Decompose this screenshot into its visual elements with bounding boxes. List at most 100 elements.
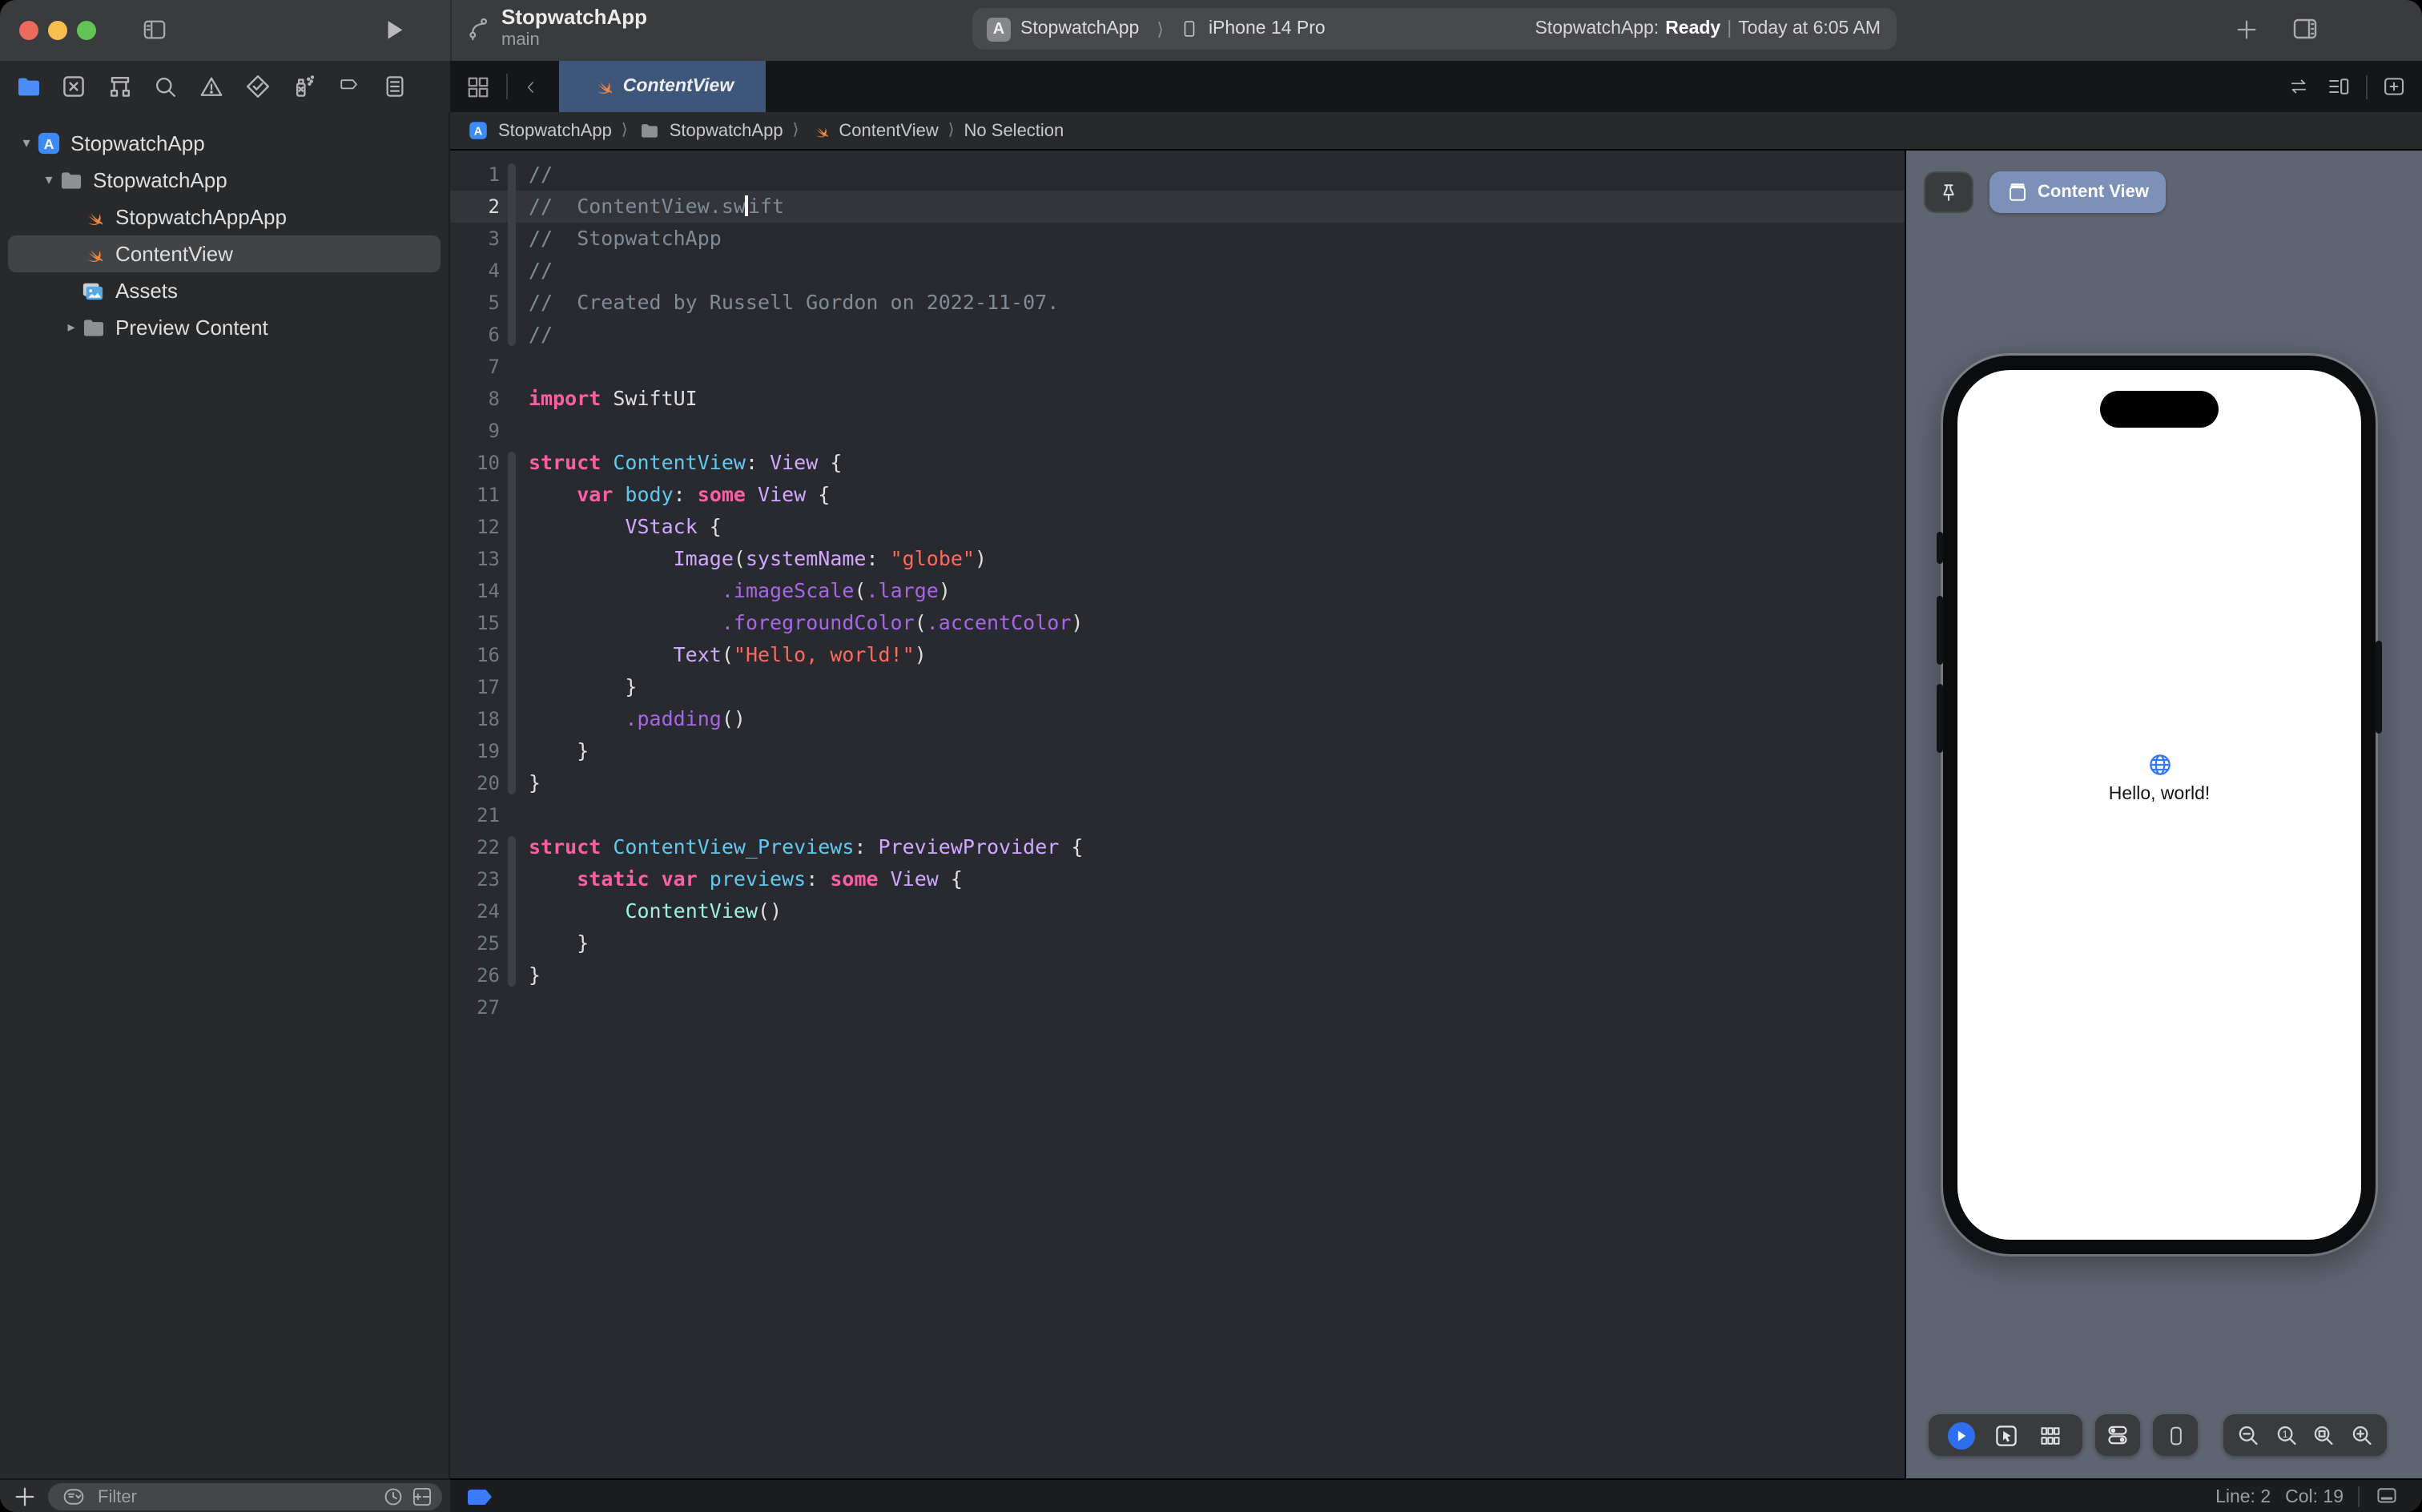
code-fold-bar[interactable] bbox=[508, 163, 516, 346]
line-number[interactable]: 10 bbox=[450, 447, 500, 479]
sidebar-item-assets[interactable]: Assets bbox=[8, 272, 441, 309]
device-bezel-icon[interactable] bbox=[2165, 1423, 2186, 1447]
debug-navigator-icon[interactable] bbox=[290, 73, 317, 100]
disclosure-closed-icon[interactable]: ▸ bbox=[62, 319, 80, 336]
fold-ribbon[interactable] bbox=[500, 351, 529, 383]
toggle-navigator-icon[interactable] bbox=[141, 18, 168, 42]
code-line-23[interactable]: 23 static var previews: some View { bbox=[450, 863, 1905, 895]
code-line-3[interactable]: 3// StopwatchApp bbox=[450, 223, 1905, 255]
live-preview-button[interactable] bbox=[1948, 1422, 1975, 1449]
zoom-100-icon[interactable]: 1 bbox=[2275, 1423, 2299, 1447]
sidebar-item-stopwatchappapp[interactable]: StopwatchAppApp bbox=[8, 199, 441, 235]
code-line-14[interactable]: 14 .imageScale(.large) bbox=[450, 575, 1905, 607]
line-number[interactable]: 22 bbox=[450, 831, 500, 863]
library-add-button[interactable] bbox=[2235, 18, 2259, 42]
line-number[interactable]: 15 bbox=[450, 607, 500, 639]
code-line-21[interactable]: 21 bbox=[450, 799, 1905, 831]
line-number[interactable]: 8 bbox=[450, 383, 500, 415]
variants-grid-icon[interactable] bbox=[2038, 1425, 2063, 1446]
breadcrumb-item[interactable]: No Selection bbox=[964, 121, 1064, 140]
code-line-15[interactable]: 15 .foregroundColor(.accentColor) bbox=[450, 607, 1905, 639]
code-editor[interactable]: 1//2// ContentView.swift3// StopwatchApp… bbox=[450, 151, 1905, 1478]
fold-ribbon[interactable] bbox=[500, 991, 529, 1023]
disclosure-open-icon[interactable]: ▾ bbox=[18, 135, 35, 152]
code-line-19[interactable]: 19 } bbox=[450, 735, 1905, 767]
line-number[interactable]: 7 bbox=[450, 351, 500, 383]
code-line-11[interactable]: 11 var body: some View { bbox=[450, 479, 1905, 511]
code-line-8[interactable]: 8import SwiftUI bbox=[450, 383, 1905, 415]
code-line-17[interactable]: 17 } bbox=[450, 671, 1905, 703]
adjust-editor-options-icon[interactable] bbox=[2326, 75, 2352, 98]
zoom-in-icon[interactable] bbox=[2349, 1423, 2373, 1447]
sidebar-item-preview-content[interactable]: ▸Preview Content bbox=[8, 309, 441, 346]
back-button[interactable] bbox=[524, 76, 538, 97]
code-line-24[interactable]: 24 ContentView() bbox=[450, 895, 1905, 927]
code-fold-bar[interactable] bbox=[508, 836, 516, 987]
line-number[interactable]: 24 bbox=[450, 895, 500, 927]
tab-contentview[interactable]: ContentView bbox=[559, 61, 766, 112]
fold-ribbon[interactable] bbox=[500, 415, 529, 447]
sidebar-item-stopwatchapp[interactable]: ▾StopwatchApp bbox=[8, 162, 441, 199]
fold-ribbon[interactable] bbox=[500, 383, 529, 415]
line-number[interactable]: 1 bbox=[450, 159, 500, 191]
scheme-and-activity-bar[interactable]: A StopwatchApp ⟩ iPhone 14 Pro Stopwatch… bbox=[972, 8, 1897, 50]
code-line-1[interactable]: 1// bbox=[450, 159, 1905, 191]
line-number[interactable]: 27 bbox=[450, 991, 500, 1023]
code-line-16[interactable]: 16 Text("Hello, world!") bbox=[450, 639, 1905, 671]
add-editor-icon[interactable] bbox=[2382, 75, 2406, 98]
line-number[interactable]: 19 bbox=[450, 735, 500, 767]
device-settings-icon[interactable] bbox=[2105, 1424, 2130, 1446]
issues-navigator-icon[interactable] bbox=[198, 73, 225, 100]
code-line-7[interactable]: 7 bbox=[450, 351, 1905, 383]
breadcrumb-item[interactable]: AStopwatchApp bbox=[466, 119, 612, 143]
line-number[interactable]: 4 bbox=[450, 255, 500, 287]
close-window-button[interactable] bbox=[19, 21, 38, 40]
run-button[interactable] bbox=[383, 16, 407, 43]
code-line-6[interactable]: 6// bbox=[450, 319, 1905, 351]
filter-field[interactable]: Filter bbox=[48, 1483, 442, 1510]
line-number[interactable]: 5 bbox=[450, 287, 500, 319]
line-number[interactable]: 21 bbox=[450, 799, 500, 831]
reports-navigator-icon[interactable] bbox=[381, 73, 408, 100]
line-number[interactable]: 12 bbox=[450, 511, 500, 543]
scheme-selector[interactable]: A StopwatchApp ⟩ iPhone 14 Pro bbox=[972, 17, 1326, 41]
disclosure-open-icon[interactable]: ▾ bbox=[40, 171, 58, 189]
preview-name-pill[interactable]: Content View bbox=[1990, 171, 2167, 213]
line-number[interactable]: 17 bbox=[450, 671, 500, 703]
fold-ribbon[interactable] bbox=[500, 799, 529, 831]
pin-preview-button[interactable] bbox=[1924, 171, 1973, 213]
keyboard-icon[interactable] bbox=[2374, 1486, 2400, 1507]
recents-filter-icon[interactable] bbox=[383, 1486, 404, 1507]
code-line-25[interactable]: 25 } bbox=[450, 927, 1905, 959]
sidebar-item-contentview[interactable]: ContentView bbox=[8, 235, 441, 272]
code-line-27[interactable]: 27 bbox=[450, 991, 1905, 1023]
find-navigator-icon[interactable] bbox=[152, 73, 179, 100]
line-number[interactable]: 9 bbox=[450, 415, 500, 447]
add-file-button[interactable] bbox=[13, 1485, 37, 1509]
line-number[interactable]: 18 bbox=[450, 703, 500, 735]
source-control-filter-icon[interactable] bbox=[412, 1486, 432, 1507]
code-line-26[interactable]: 26} bbox=[450, 959, 1905, 991]
code-line-18[interactable]: 18 .padding() bbox=[450, 703, 1905, 735]
zoom-fit-icon[interactable] bbox=[2311, 1423, 2336, 1447]
minimize-window-button[interactable] bbox=[48, 21, 67, 40]
line-number[interactable]: 3 bbox=[450, 223, 500, 255]
jump-bar[interactable]: AStopwatchApp⟩StopwatchApp⟩ContentView⟩N… bbox=[450, 112, 2422, 151]
line-number[interactable]: 13 bbox=[450, 543, 500, 575]
symbols-navigator-icon[interactable] bbox=[107, 73, 134, 100]
related-items-icon[interactable] bbox=[466, 74, 490, 99]
line-number[interactable]: 14 bbox=[450, 575, 500, 607]
breakpoints-toggle[interactable] bbox=[468, 1489, 492, 1505]
breakpoints-navigator-icon[interactable] bbox=[336, 73, 363, 100]
breadcrumb-item[interactable]: ContentView bbox=[808, 119, 938, 142]
line-number[interactable]: 23 bbox=[450, 863, 500, 895]
sidebar-item-stopwatchapp[interactable]: ▾AStopwatchApp bbox=[8, 125, 441, 162]
code-line-10[interactable]: 10struct ContentView: View { bbox=[450, 447, 1905, 479]
tests-navigator-icon[interactable] bbox=[243, 73, 271, 100]
toggle-inspector-icon[interactable] bbox=[2291, 16, 2319, 42]
selectable-mode-icon[interactable] bbox=[1994, 1423, 2018, 1447]
breadcrumb-item[interactable]: StopwatchApp bbox=[638, 120, 783, 141]
zoom-out-icon[interactable] bbox=[2237, 1423, 2261, 1447]
filter-icon[interactable] bbox=[58, 1486, 90, 1507]
code-line-4[interactable]: 4// bbox=[450, 255, 1905, 287]
